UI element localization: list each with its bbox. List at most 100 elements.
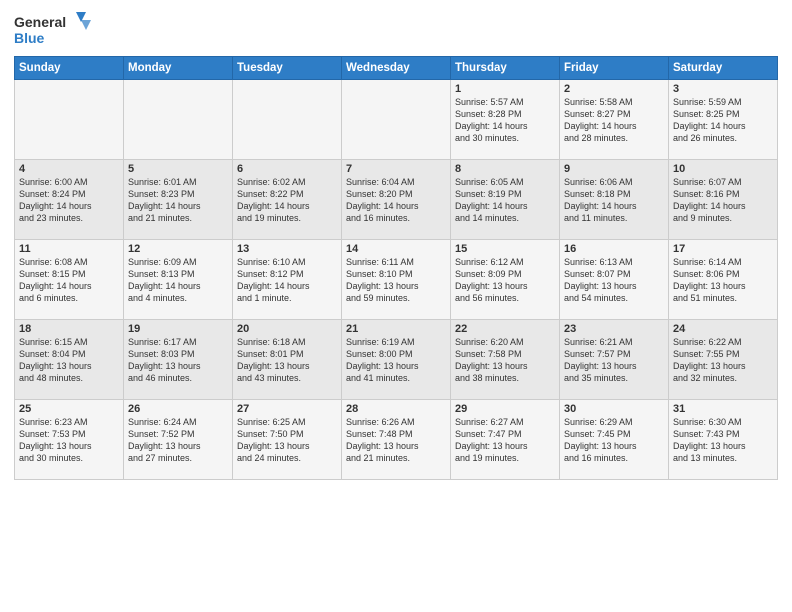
day-info: Sunrise: 6:15 AM Sunset: 8:04 PM Dayligh… <box>19 336 119 385</box>
day-info: Sunrise: 6:09 AM Sunset: 8:13 PM Dayligh… <box>128 256 228 305</box>
svg-text:Blue: Blue <box>14 30 45 46</box>
day-number: 4 <box>19 163 119 175</box>
calendar-cell: 30Sunrise: 6:29 AM Sunset: 7:45 PM Dayli… <box>560 400 669 480</box>
calendar-cell: 6Sunrise: 6:02 AM Sunset: 8:22 PM Daylig… <box>233 160 342 240</box>
day-number: 25 <box>19 403 119 415</box>
calendar-cell: 11Sunrise: 6:08 AM Sunset: 8:15 PM Dayli… <box>15 240 124 320</box>
week-row-3: 11Sunrise: 6:08 AM Sunset: 8:15 PM Dayli… <box>15 240 778 320</box>
day-info: Sunrise: 6:27 AM Sunset: 7:47 PM Dayligh… <box>455 416 555 465</box>
day-info: Sunrise: 6:10 AM Sunset: 8:12 PM Dayligh… <box>237 256 337 305</box>
day-header-thursday: Thursday <box>451 57 560 80</box>
day-number: 15 <box>455 243 555 255</box>
day-info: Sunrise: 6:04 AM Sunset: 8:20 PM Dayligh… <box>346 176 446 225</box>
calendar-cell: 23Sunrise: 6:21 AM Sunset: 7:57 PM Dayli… <box>560 320 669 400</box>
day-number: 24 <box>673 323 773 335</box>
day-number: 1 <box>455 83 555 95</box>
day-number: 27 <box>237 403 337 415</box>
calendar-cell: 26Sunrise: 6:24 AM Sunset: 7:52 PM Dayli… <box>124 400 233 480</box>
day-header-wednesday: Wednesday <box>342 57 451 80</box>
day-number: 20 <box>237 323 337 335</box>
day-number: 26 <box>128 403 228 415</box>
calendar-cell: 5Sunrise: 6:01 AM Sunset: 8:23 PM Daylig… <box>124 160 233 240</box>
calendar-cell: 28Sunrise: 6:26 AM Sunset: 7:48 PM Dayli… <box>342 400 451 480</box>
day-info: Sunrise: 6:14 AM Sunset: 8:06 PM Dayligh… <box>673 256 773 305</box>
day-number: 16 <box>564 243 664 255</box>
day-number: 12 <box>128 243 228 255</box>
logo-svg: General Blue <box>14 10 94 50</box>
calendar-cell: 27Sunrise: 6:25 AM Sunset: 7:50 PM Dayli… <box>233 400 342 480</box>
day-info: Sunrise: 5:58 AM Sunset: 8:27 PM Dayligh… <box>564 96 664 145</box>
day-number: 19 <box>128 323 228 335</box>
calendar-cell: 2Sunrise: 5:58 AM Sunset: 8:27 PM Daylig… <box>560 80 669 160</box>
day-number: 31 <box>673 403 773 415</box>
calendar-cell: 19Sunrise: 6:17 AM Sunset: 8:03 PM Dayli… <box>124 320 233 400</box>
calendar-cell: 8Sunrise: 6:05 AM Sunset: 8:19 PM Daylig… <box>451 160 560 240</box>
calendar-cell: 10Sunrise: 6:07 AM Sunset: 8:16 PM Dayli… <box>669 160 778 240</box>
day-number: 21 <box>346 323 446 335</box>
day-info: Sunrise: 6:26 AM Sunset: 7:48 PM Dayligh… <box>346 416 446 465</box>
calendar-cell: 4Sunrise: 6:00 AM Sunset: 8:24 PM Daylig… <box>15 160 124 240</box>
day-number: 28 <box>346 403 446 415</box>
day-info: Sunrise: 6:20 AM Sunset: 7:58 PM Dayligh… <box>455 336 555 385</box>
calendar-cell: 18Sunrise: 6:15 AM Sunset: 8:04 PM Dayli… <box>15 320 124 400</box>
calendar-cell: 25Sunrise: 6:23 AM Sunset: 7:53 PM Dayli… <box>15 400 124 480</box>
day-number: 7 <box>346 163 446 175</box>
day-number: 18 <box>19 323 119 335</box>
calendar-cell: 13Sunrise: 6:10 AM Sunset: 8:12 PM Dayli… <box>233 240 342 320</box>
calendar-cell: 7Sunrise: 6:04 AM Sunset: 8:20 PM Daylig… <box>342 160 451 240</box>
calendar-cell: 24Sunrise: 6:22 AM Sunset: 7:55 PM Dayli… <box>669 320 778 400</box>
day-header-monday: Monday <box>124 57 233 80</box>
calendar-cell: 21Sunrise: 6:19 AM Sunset: 8:00 PM Dayli… <box>342 320 451 400</box>
day-info: Sunrise: 6:22 AM Sunset: 7:55 PM Dayligh… <box>673 336 773 385</box>
calendar-cell: 20Sunrise: 6:18 AM Sunset: 8:01 PM Dayli… <box>233 320 342 400</box>
day-info: Sunrise: 6:17 AM Sunset: 8:03 PM Dayligh… <box>128 336 228 385</box>
day-info: Sunrise: 6:00 AM Sunset: 8:24 PM Dayligh… <box>19 176 119 225</box>
day-number: 3 <box>673 83 773 95</box>
week-row-2: 4Sunrise: 6:00 AM Sunset: 8:24 PM Daylig… <box>15 160 778 240</box>
day-info: Sunrise: 6:25 AM Sunset: 7:50 PM Dayligh… <box>237 416 337 465</box>
day-number: 10 <box>673 163 773 175</box>
day-info: Sunrise: 6:12 AM Sunset: 8:09 PM Dayligh… <box>455 256 555 305</box>
week-row-1: 1Sunrise: 5:57 AM Sunset: 8:28 PM Daylig… <box>15 80 778 160</box>
day-info: Sunrise: 6:07 AM Sunset: 8:16 PM Dayligh… <box>673 176 773 225</box>
day-header-sunday: Sunday <box>15 57 124 80</box>
day-number: 9 <box>564 163 664 175</box>
day-info: Sunrise: 6:24 AM Sunset: 7:52 PM Dayligh… <box>128 416 228 465</box>
day-info: Sunrise: 6:08 AM Sunset: 8:15 PM Dayligh… <box>19 256 119 305</box>
day-number: 30 <box>564 403 664 415</box>
day-info: Sunrise: 6:19 AM Sunset: 8:00 PM Dayligh… <box>346 336 446 385</box>
calendar-cell: 22Sunrise: 6:20 AM Sunset: 7:58 PM Dayli… <box>451 320 560 400</box>
calendar-cell: 16Sunrise: 6:13 AM Sunset: 8:07 PM Dayli… <box>560 240 669 320</box>
day-info: Sunrise: 6:11 AM Sunset: 8:10 PM Dayligh… <box>346 256 446 305</box>
day-number: 11 <box>19 243 119 255</box>
day-info: Sunrise: 6:05 AM Sunset: 8:19 PM Dayligh… <box>455 176 555 225</box>
calendar-cell: 3Sunrise: 5:59 AM Sunset: 8:25 PM Daylig… <box>669 80 778 160</box>
day-info: Sunrise: 5:57 AM Sunset: 8:28 PM Dayligh… <box>455 96 555 145</box>
calendar-cell: 14Sunrise: 6:11 AM Sunset: 8:10 PM Dayli… <box>342 240 451 320</box>
calendar-cell: 1Sunrise: 5:57 AM Sunset: 8:28 PM Daylig… <box>451 80 560 160</box>
logo: General Blue <box>14 10 94 50</box>
day-info: Sunrise: 6:29 AM Sunset: 7:45 PM Dayligh… <box>564 416 664 465</box>
week-row-4: 18Sunrise: 6:15 AM Sunset: 8:04 PM Dayli… <box>15 320 778 400</box>
calendar-cell: 29Sunrise: 6:27 AM Sunset: 7:47 PM Dayli… <box>451 400 560 480</box>
day-info: Sunrise: 6:18 AM Sunset: 8:01 PM Dayligh… <box>237 336 337 385</box>
day-number: 23 <box>564 323 664 335</box>
calendar-table: SundayMondayTuesdayWednesdayThursdayFrid… <box>14 56 778 480</box>
calendar-cell <box>124 80 233 160</box>
calendar-cell: 12Sunrise: 6:09 AM Sunset: 8:13 PM Dayli… <box>124 240 233 320</box>
day-info: Sunrise: 6:30 AM Sunset: 7:43 PM Dayligh… <box>673 416 773 465</box>
day-info: Sunrise: 6:01 AM Sunset: 8:23 PM Dayligh… <box>128 176 228 225</box>
calendar-cell: 31Sunrise: 6:30 AM Sunset: 7:43 PM Dayli… <box>669 400 778 480</box>
calendar-cell: 15Sunrise: 6:12 AM Sunset: 8:09 PM Dayli… <box>451 240 560 320</box>
day-info: Sunrise: 6:23 AM Sunset: 7:53 PM Dayligh… <box>19 416 119 465</box>
day-header-friday: Friday <box>560 57 669 80</box>
page-header: General Blue <box>14 10 778 50</box>
day-number: 17 <box>673 243 773 255</box>
calendar-cell <box>15 80 124 160</box>
week-row-5: 25Sunrise: 6:23 AM Sunset: 7:53 PM Dayli… <box>15 400 778 480</box>
day-number: 2 <box>564 83 664 95</box>
day-info: Sunrise: 6:02 AM Sunset: 8:22 PM Dayligh… <box>237 176 337 225</box>
day-number: 13 <box>237 243 337 255</box>
day-info: Sunrise: 6:06 AM Sunset: 8:18 PM Dayligh… <box>564 176 664 225</box>
day-number: 8 <box>455 163 555 175</box>
